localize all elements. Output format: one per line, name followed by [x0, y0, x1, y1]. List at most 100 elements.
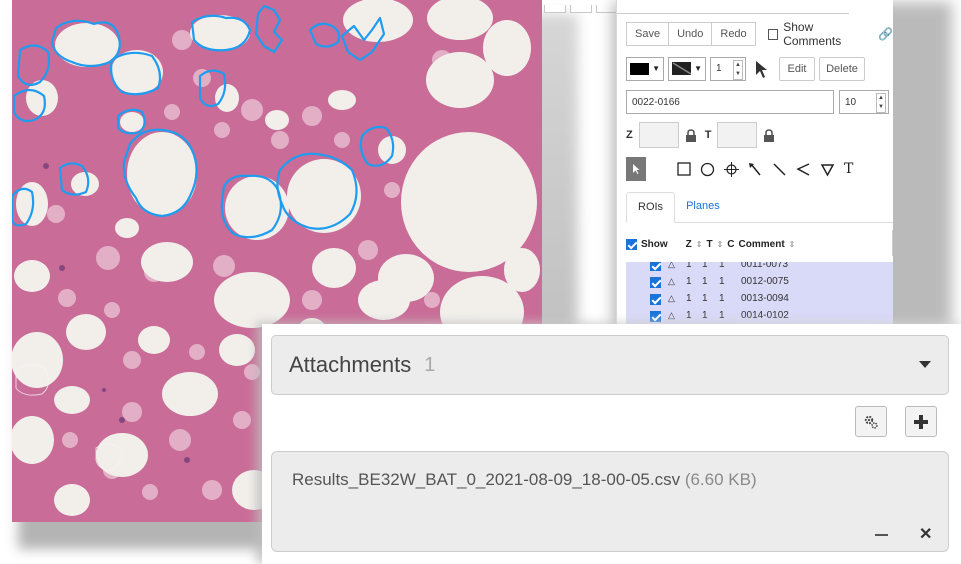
polygon-shape-icon: △: [668, 262, 675, 269]
file-name-text[interactable]: Results_BE32W_BAT_0_2021-08-09_18-00-05.…: [292, 470, 680, 489]
row-comment: 0011-0073: [741, 262, 789, 270]
zt-row: Z T: [626, 122, 775, 148]
chevron-down-icon: ▼: [694, 64, 702, 73]
link-icon[interactable]: 🔗: [878, 27, 893, 41]
row-checkbox[interactable]: [650, 262, 661, 271]
stroke-width-stepper[interactable]: 1 ▲ ▼: [710, 56, 746, 81]
row-z: 1: [686, 262, 692, 270]
row-c: 1: [719, 293, 725, 304]
attachments-title: Attachments: [289, 352, 412, 377]
polygon-shape-icon: △: [668, 293, 675, 303]
table-row[interactable]: △ 1 1 1 0012-0075: [626, 273, 893, 290]
row-checkbox[interactable]: [650, 277, 661, 288]
roi-tabs: ROIs Planes: [626, 192, 893, 223]
roi-table-header: Show Z ⇕ T ⇕ C Comment ⇕: [626, 230, 893, 256]
point-tool-icon[interactable]: [724, 161, 739, 177]
attachments-count: 1: [424, 353, 436, 376]
row-checkbox[interactable]: [650, 294, 661, 305]
row-z: 1: [686, 293, 692, 304]
row-checkbox[interactable]: [650, 311, 661, 322]
stroke-color-swatch: [672, 62, 692, 75]
z-label: Z: [626, 129, 633, 141]
t-header[interactable]: T: [706, 239, 712, 250]
show-comments-checkbox[interactable]: [767, 28, 779, 40]
row-c: 1: [719, 262, 725, 270]
mini-button[interactable]: [544, 5, 566, 13]
row-c: 1: [719, 276, 725, 287]
comment-header[interactable]: Comment: [739, 239, 785, 250]
t-label: T: [704, 129, 712, 141]
caret-down-icon[interactable]: [919, 361, 931, 368]
cursor-pointer-icon[interactable]: [750, 58, 772, 80]
fill-color-swatch: [630, 62, 650, 75]
tab-planes[interactable]: Planes: [675, 192, 731, 222]
shape-tools: T: [626, 157, 853, 181]
plus-icon: [914, 414, 928, 429]
tab-rois[interactable]: ROIs: [626, 192, 676, 223]
line-tool-icon[interactable]: [772, 162, 787, 177]
panel-top-tab: [617, 0, 849, 14]
sort-icon[interactable]: ⇕: [789, 240, 796, 249]
z-header[interactable]: Z: [686, 239, 692, 250]
row-comment: 0013-0094: [741, 293, 789, 304]
row-comment: 0012-0075: [741, 276, 789, 287]
row-z: 1: [686, 310, 692, 321]
sort-icon[interactable]: ⇕: [696, 240, 703, 249]
roi-name-input[interactable]: 0022-0166: [626, 90, 834, 114]
row-t: 1: [702, 262, 708, 270]
stepper-arrows-icon[interactable]: ▲ ▼: [876, 93, 886, 113]
column-divider: [892, 230, 893, 256]
select-tool-button[interactable]: [626, 157, 646, 181]
z-input[interactable]: [638, 122, 679, 148]
chevron-down-icon: ▼: [652, 64, 660, 73]
table-row[interactable]: △ 1 1 1 0011-0073: [626, 262, 893, 273]
polygon-shape-icon: △: [668, 276, 675, 286]
stroke-width-value: 1: [716, 63, 722, 74]
add-attachment-button[interactable]: [905, 406, 937, 437]
ellipse-tool-icon[interactable]: [700, 162, 715, 177]
font-size-value: 10: [845, 96, 857, 108]
stepper-arrows-icon[interactable]: ▲ ▼: [733, 59, 743, 80]
delete-icon[interactable]: ✕: [919, 524, 932, 544]
text-tool-icon[interactable]: T: [844, 161, 853, 177]
font-size-stepper[interactable]: 10 ▲ ▼: [839, 90, 889, 114]
polygon-tool-icon[interactable]: [820, 162, 835, 177]
gears-icon: [864, 415, 878, 429]
row-t: 1: [702, 310, 708, 321]
c-header[interactable]: C: [727, 239, 734, 250]
table-row[interactable]: △ 1 1 1 0013-0094: [626, 290, 893, 307]
delete-button[interactable]: Delete: [819, 56, 865, 81]
rectangle-tool-icon[interactable]: [677, 162, 691, 176]
roi-table-body: △ 1 1 1 0011-0073 △ 1 1 1 0012-0075 △ 1 …: [626, 262, 893, 330]
file-size: (6.60 KB): [684, 470, 757, 489]
remove-icon[interactable]: [875, 534, 888, 536]
polygon-shape-icon: △: [668, 310, 675, 320]
row-comment: 0014-0102: [741, 310, 789, 321]
save-button[interactable]: Save: [626, 22, 670, 46]
arrow-tool-icon[interactable]: [748, 162, 763, 177]
edit-button[interactable]: Edit: [779, 56, 815, 81]
roi-name-row: 0022-0166 10 ▲ ▼: [626, 90, 889, 114]
row-c: 1: [719, 310, 725, 321]
row-z: 1: [686, 276, 692, 287]
t-input[interactable]: [717, 122, 758, 148]
style-row: ▼ ▼ 1 ▲ ▼ Edit Delete: [626, 56, 865, 81]
attachments-panel: Attachments 1 Results_BE32W_BAT_0_2021-0…: [262, 324, 961, 564]
redo-button[interactable]: Redo: [711, 22, 756, 46]
sort-icon[interactable]: ⇕: [717, 240, 724, 249]
stroke-color-picker[interactable]: ▼: [668, 56, 706, 81]
lock-icon[interactable]: [685, 128, 697, 142]
settings-button[interactable]: [855, 406, 887, 437]
fill-color-picker[interactable]: ▼: [626, 56, 664, 81]
attachment-filename[interactable]: Results_BE32W_BAT_0_2021-08-09_18-00-05.…: [292, 470, 757, 490]
show-comments-label: Show Comments: [783, 20, 842, 48]
show-all-checkbox[interactable]: [626, 238, 637, 250]
mini-button[interactable]: [570, 5, 592, 13]
attachment-item[interactable]: Results_BE32W_BAT_0_2021-08-09_18-00-05.…: [271, 451, 949, 552]
row-t: 1: [702, 293, 708, 304]
attachments-header[interactable]: Attachments 1: [271, 335, 949, 395]
polyline-tool-icon[interactable]: [796, 162, 811, 177]
undo-button[interactable]: Undo: [668, 22, 713, 46]
lock-icon[interactable]: [763, 128, 775, 142]
show-header: Show: [641, 238, 668, 250]
